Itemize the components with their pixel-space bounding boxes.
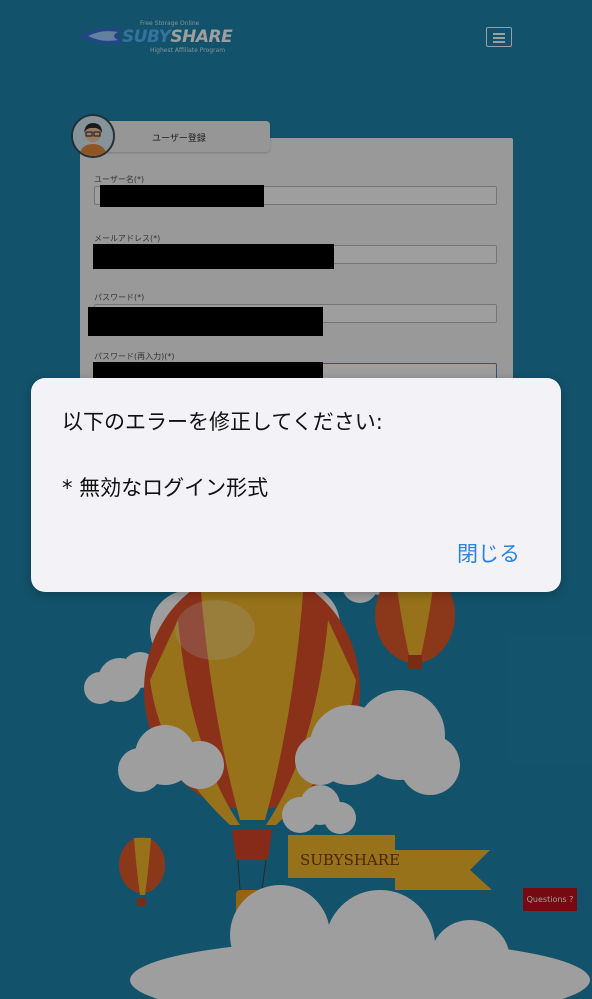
error-alert-dialog: 以下のエラーを修正してください: * 無効なログイン形式 閉じる	[31, 378, 561, 592]
close-button[interactable]: 閉じる	[457, 538, 520, 568]
dialog-title: 以下のエラーを修正してください:	[62, 410, 383, 434]
dialog-message: * 無効なログイン形式	[62, 476, 269, 500]
